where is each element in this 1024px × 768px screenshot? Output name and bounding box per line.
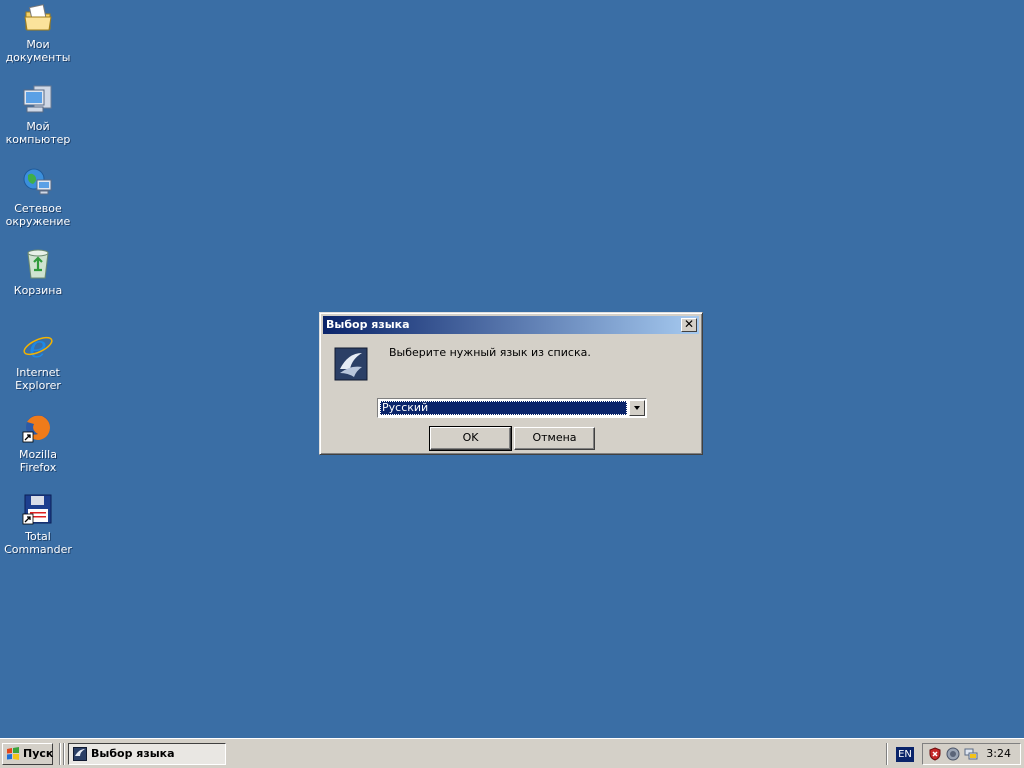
setup-icon	[334, 347, 368, 381]
language-indicator[interactable]: EN	[896, 747, 914, 762]
computer-icon	[22, 84, 54, 116]
language-select[interactable]: Русский	[377, 398, 647, 418]
desktop-icon-network[interactable]: Сетевое окружение	[0, 166, 76, 228]
language-dialog: Выбор языка ✕ Выберите нужный язык из сп…	[319, 312, 703, 455]
taskbar: Пуск Выбор языка EN 3:24	[0, 738, 1024, 768]
dialog-title: Выбор языка	[326, 318, 410, 331]
desktop-icon-internet-explorer[interactable]: e Internet Explorer	[0, 330, 76, 392]
folder-documents-icon	[22, 2, 54, 34]
desktop-icon-label: Мой компьютер	[5, 120, 71, 146]
windows-logo-icon	[6, 747, 20, 761]
dialog-titlebar[interactable]: Выбор языка ✕	[323, 316, 699, 334]
desktop-icon-label: Мои документы	[5, 38, 71, 64]
clock[interactable]: 3:24	[986, 744, 1011, 764]
shield-icon[interactable]	[928, 747, 942, 761]
recycle-bin-icon	[22, 248, 54, 280]
start-label: Пуск	[23, 747, 54, 760]
firefox-icon	[22, 412, 54, 444]
system-tray: 3:24	[922, 743, 1021, 765]
desktop-icon-label: Total Commander	[4, 530, 72, 556]
language-selected-value: Русский	[380, 401, 627, 415]
desktop-icon-label: Mozilla Firefox	[19, 448, 57, 474]
taskbar-separator	[63, 743, 65, 765]
dialog-message: Выберите нужный язык из списка.	[389, 346, 591, 359]
network-tray-icon[interactable]	[964, 747, 978, 761]
close-icon: ✕	[683, 317, 695, 331]
internet-explorer-icon: e	[22, 330, 54, 365]
taskbar-separator	[59, 743, 61, 765]
start-button[interactable]: Пуск	[2, 743, 53, 765]
desktop-icon-firefox[interactable]: Mozilla Firefox	[0, 412, 76, 474]
floppy-icon	[22, 494, 54, 526]
taskbar-separator	[886, 743, 888, 765]
setup-icon	[73, 747, 87, 761]
desktop-icon-total-commander[interactable]: Total Commander	[0, 494, 76, 556]
cancel-button[interactable]: Отмена	[514, 427, 595, 450]
desktop-icon-label: Корзина	[13, 284, 63, 297]
network-icon	[22, 166, 54, 198]
desktop-icon-label: Internet Explorer	[15, 366, 61, 392]
taskbar-window-label: Выбор языка	[91, 747, 175, 760]
close-button[interactable]: ✕	[681, 318, 697, 332]
chevron-down-icon[interactable]	[629, 400, 645, 416]
desktop-icon-recycle-bin[interactable]: Корзина	[0, 248, 76, 297]
svg-text:e: e	[29, 330, 47, 362]
desktop-icon-my-documents[interactable]: Мои документы	[0, 2, 76, 64]
taskbar-window-button[interactable]: Выбор языка	[68, 743, 226, 765]
desktop-icon-label: Сетевое окружение	[5, 202, 71, 228]
ok-button[interactable]: OK	[429, 426, 512, 451]
speaker-icon[interactable]	[946, 747, 960, 761]
desktop-icon-my-computer[interactable]: Мой компьютер	[0, 84, 76, 146]
